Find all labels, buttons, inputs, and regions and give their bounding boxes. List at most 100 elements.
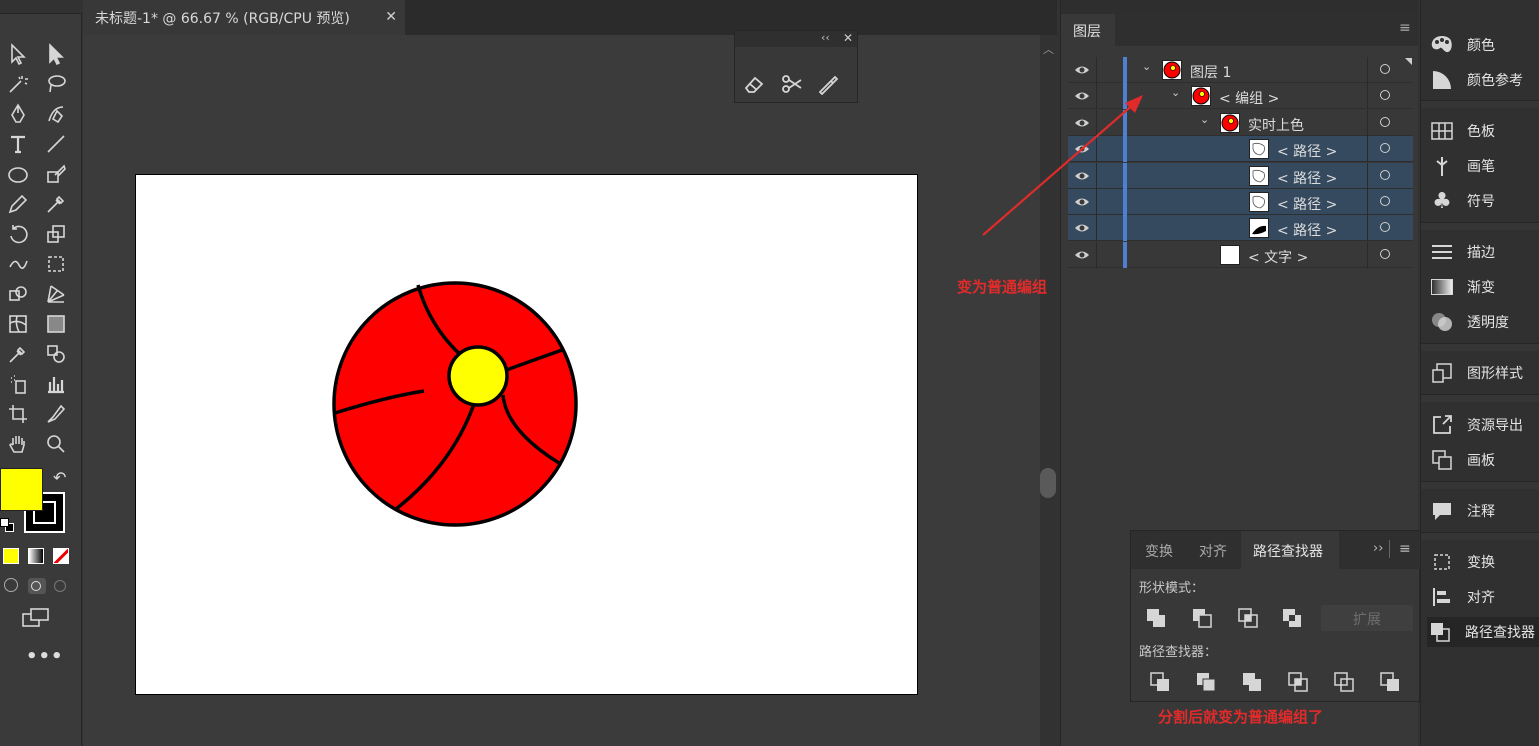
color-mode-icon[interactable] <box>3 548 19 564</box>
document-tab[interactable]: 未标题-1* @ 66.67 % (RGB/CPU 预览) ✕ <box>83 0 405 35</box>
shaper-tool-icon[interactable] <box>42 161 70 187</box>
perspective-grid-tool-icon[interactable] <box>42 281 70 307</box>
expand-panel-icon[interactable]: ›› <box>1373 541 1383 556</box>
tab-pathfinder[interactable]: 路径查找器 <box>1253 541 1323 561</box>
lock-column[interactable] <box>1096 241 1097 268</box>
tab-layers[interactable]: 图层 <box>1061 14 1115 46</box>
dock-stroke[interactable]: 描边 <box>1429 237 1539 267</box>
outline-icon[interactable] <box>1333 671 1355 693</box>
dock-graphic-styles[interactable]: 图形样式 <box>1429 358 1539 388</box>
symbol-sprayer-tool-icon[interactable] <box>4 371 32 397</box>
gradient-mode-icon[interactable] <box>28 548 44 564</box>
dock-artboards[interactable]: 画板 <box>1429 445 1539 475</box>
target-circle-icon[interactable] <box>1380 222 1390 233</box>
scroll-up-icon[interactable]: ︿ <box>1043 41 1054 57</box>
layers-panel-grip[interactable] <box>1061 0 1418 14</box>
dock-color[interactable]: 颜色 <box>1429 30 1539 60</box>
pathfinder-menu-icon[interactable]: ≡ <box>1399 541 1411 557</box>
target-circle-icon[interactable] <box>1380 116 1390 127</box>
knife-icon[interactable] <box>817 73 839 96</box>
gradient-tool-icon[interactable] <box>42 311 70 337</box>
divide-icon[interactable] <box>1149 671 1171 693</box>
dock-symbols[interactable]: ♣ 符号 <box>1429 186 1539 216</box>
dock-color-guide[interactable]: 颜色参考 <box>1429 65 1539 95</box>
scissors-icon[interactable] <box>781 73 803 95</box>
screen-mode-icon[interactable] <box>22 608 50 628</box>
float-panel-header[interactable]: ‹‹ ✕ <box>735 31 857 47</box>
crop-icon[interactable] <box>1287 671 1309 693</box>
dock-gradient[interactable]: 渐变 <box>1429 272 1539 302</box>
target-circle-icon[interactable] <box>1380 90 1390 101</box>
direct-selection-tool-icon[interactable] <box>42 41 70 67</box>
ellipse-tool-icon[interactable] <box>4 161 32 187</box>
exclude-icon[interactable] <box>1281 607 1303 629</box>
layer-row[interactable]: ⌄ 图层 1 <box>1068 57 1413 83</box>
intersect-icon[interactable] <box>1237 607 1259 629</box>
visibility-eye-icon[interactable] <box>1074 62 1090 78</box>
dock-brushes[interactable]: 画笔 <box>1429 151 1539 181</box>
visibility-eye-icon[interactable] <box>1074 247 1090 263</box>
chevron-down-icon[interactable]: ⌄ <box>1171 86 1180 99</box>
minus-front-icon[interactable] <box>1191 607 1213 629</box>
dock-transform[interactable]: 变换 <box>1429 547 1539 577</box>
dock-asset-export[interactable]: 资源导出 <box>1429 410 1539 440</box>
eyedropper-icon[interactable] <box>4 341 32 367</box>
artboard-tool-icon[interactable] <box>4 401 32 427</box>
close-tab-icon[interactable]: ✕ <box>385 9 397 25</box>
layer-row[interactable]: < 文字 > <box>1068 241 1413 268</box>
pen-tool-icon[interactable] <box>4 101 32 127</box>
tab-align[interactable]: 对齐 <box>1199 541 1227 561</box>
magic-wand-tool-icon[interactable] <box>4 71 32 97</box>
selection-tool-icon[interactable] <box>4 41 32 67</box>
fill-color-swatch[interactable] <box>0 468 43 511</box>
unite-icon[interactable] <box>1145 607 1167 629</box>
column-graph-tool-icon[interactable] <box>42 371 70 397</box>
lock-column[interactable] <box>1096 57 1097 83</box>
chevron-down-icon[interactable]: ⌄ <box>1142 60 1151 73</box>
dock-pathfinder[interactable]: 路径查找器 <box>1427 617 1539 647</box>
target-circle-icon[interactable] <box>1380 248 1390 259</box>
hand-tool-icon[interactable] <box>4 431 32 457</box>
scrollbar-thumb[interactable] <box>1040 468 1056 498</box>
width-tool-icon[interactable] <box>4 251 32 277</box>
panel-menu-icon[interactable]: ≡ <box>1399 20 1411 36</box>
target-circle-icon[interactable] <box>1380 196 1390 206</box>
type-tool-icon[interactable] <box>4 131 32 157</box>
chevron-down-icon[interactable]: ⌄ <box>1200 113 1209 126</box>
artboard[interactable] <box>135 174 918 695</box>
dock-transparency[interactable]: 透明度 <box>1429 307 1539 337</box>
scale-tool-icon[interactable] <box>42 221 70 247</box>
collapse-icon[interactable]: ‹‹ <box>821 31 830 44</box>
lasso-tool-icon[interactable] <box>42 71 70 97</box>
zoom-tool-icon[interactable] <box>42 431 70 457</box>
mesh-tool-icon[interactable] <box>4 311 32 337</box>
dock-swatches[interactable]: 色板 <box>1429 116 1539 146</box>
dock-comments[interactable]: 注释 <box>1429 496 1539 526</box>
trim-icon[interactable] <box>1195 671 1217 693</box>
draw-inside-icon[interactable] <box>54 580 66 592</box>
blend-tool-icon[interactable] <box>42 341 70 367</box>
target-circle-icon[interactable] <box>1380 169 1390 180</box>
beach-ball-artwork[interactable] <box>136 175 919 696</box>
dock-align[interactable]: 对齐 <box>1429 582 1539 612</box>
rotate-tool-icon[interactable] <box>4 221 32 247</box>
eraser-icon[interactable] <box>743 73 765 95</box>
line-tool-icon[interactable] <box>42 131 70 157</box>
none-mode-icon[interactable] <box>53 548 69 564</box>
target-circle-icon[interactable] <box>1380 143 1390 154</box>
tab-transform[interactable]: 变换 <box>1145 541 1173 561</box>
minus-back-icon[interactable] <box>1379 671 1401 693</box>
shape-builder-tool-icon[interactable] <box>4 281 32 307</box>
swap-colors-icon[interactable]: ↶ <box>53 468 66 487</box>
free-transform-tool-icon[interactable] <box>42 251 70 277</box>
slice-tool-icon[interactable] <box>42 401 70 427</box>
eyedropper-tool-icon[interactable] <box>42 191 70 217</box>
close-panel-icon[interactable]: ✕ <box>843 31 853 45</box>
expand-button[interactable]: 扩展 <box>1321 605 1413 631</box>
curvature-tool-icon[interactable] <box>42 101 70 127</box>
draw-normal-icon[interactable] <box>4 578 18 592</box>
merge-icon[interactable] <box>1241 671 1263 693</box>
default-colors-icon[interactable] <box>0 518 14 532</box>
draw-behind-icon[interactable] <box>28 578 46 594</box>
more-tools-icon[interactable]: ••• <box>26 646 64 667</box>
